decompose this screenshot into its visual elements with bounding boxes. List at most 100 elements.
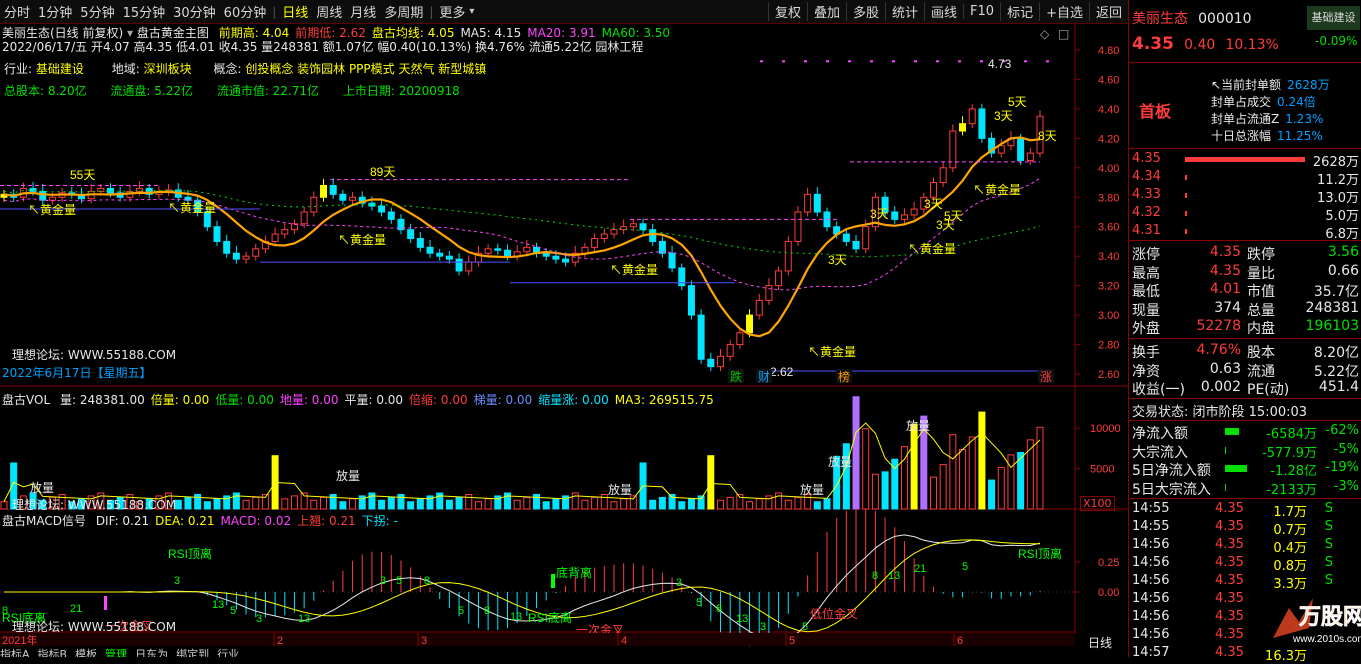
volume-bar xyxy=(174,499,182,510)
tick-side: S xyxy=(1324,501,1333,516)
toolbar-button[interactable]: 标记 xyxy=(1000,2,1039,21)
volume-bar xyxy=(755,498,763,510)
period-tab[interactable]: 多周期 xyxy=(380,2,427,21)
period-tab[interactable]: 5分钟 xyxy=(76,2,118,21)
y-tick-label: 3.00 xyxy=(1098,310,1119,322)
volume-bar xyxy=(997,466,1005,510)
logo-text: 万股网 xyxy=(1298,604,1361,629)
period-tab[interactable]: 周线 xyxy=(312,2,346,21)
toolbar-button[interactable]: 统计 xyxy=(885,2,924,21)
bid-row: 4.33 13.0万 xyxy=(1129,187,1361,206)
concept-value[interactable]: 创投概念 装饰园林 PPP模式 天然气 新型城镇 xyxy=(245,62,486,76)
period-tab[interactable]: 30分钟 xyxy=(169,2,220,21)
candle-body xyxy=(416,238,424,248)
y-tick-label: 4.60 xyxy=(1098,74,1119,86)
toolbar-button[interactable]: F10 xyxy=(963,4,1000,19)
flow-row: 5日净流入额 -1.28亿 -19% xyxy=(1129,460,1361,479)
volume-label: 放量 xyxy=(800,482,824,497)
flow-pct: -5% xyxy=(1333,441,1359,457)
bottom-tab[interactable]: 模板 xyxy=(75,648,97,657)
seal-value: 11.25% xyxy=(1277,129,1323,143)
trade-state: 交易状态: 闭市阶段 15:00:03 xyxy=(1132,405,1308,420)
period-tab[interactable]: 日线 xyxy=(278,2,312,21)
candle-body xyxy=(349,196,357,201)
bid-bar xyxy=(1185,211,1187,216)
period-tab[interactable]: 15分钟 xyxy=(119,2,170,21)
candle-body xyxy=(687,285,695,316)
candle-body xyxy=(591,238,599,248)
flow-pct: -19% xyxy=(1325,460,1359,475)
tick-price: 4.35 xyxy=(1215,537,1244,552)
legend-item: 倍量: 0.00 xyxy=(150,393,210,407)
macd-count: 5 xyxy=(458,605,464,617)
period-tab[interactable]: 月线 xyxy=(346,2,380,21)
candle-body xyxy=(900,214,908,220)
candle-body xyxy=(997,145,1005,154)
stat-row: 净资 0.63 流通 5.22亿 xyxy=(1129,361,1361,380)
period-tab[interactable]: 分时 xyxy=(0,2,34,21)
signal-dot xyxy=(870,60,873,63)
board-label: 首板 xyxy=(1139,102,1172,121)
legend-item: 量: 248381.00 xyxy=(59,393,145,407)
toolbar-button[interactable]: 画线 xyxy=(924,2,963,21)
date-stamp: 2022年6月17日【星期五】 xyxy=(2,366,152,380)
volume-title[interactable]: 盘古VOL xyxy=(2,393,50,407)
macd-signal-label: RSI顶离 xyxy=(1018,546,1062,561)
toolbar-button[interactable]: 叠加 xyxy=(806,2,846,21)
toolbar-button[interactable]: 多股 xyxy=(845,2,885,21)
candle-body xyxy=(523,246,531,253)
tick-row: 14:56 4.35 0.4万 S xyxy=(1129,537,1361,556)
volume-bar xyxy=(629,495,637,510)
volume-bar xyxy=(484,498,492,510)
stat-label: 外盘 xyxy=(1132,321,1160,337)
sector-badge[interactable]: 基础建设 xyxy=(1307,6,1360,30)
toolbar-button[interactable]: 返回 xyxy=(1088,2,1128,21)
period-tab[interactable]: 60分钟 xyxy=(220,2,271,21)
stat-value: 196103 xyxy=(1305,318,1359,334)
industry-value[interactable]: 基础建设 xyxy=(36,62,84,76)
signal-dot xyxy=(782,60,785,63)
legend-item: 低量: 0.00 xyxy=(215,393,274,407)
stat-label: 最高 xyxy=(1132,265,1160,282)
bottom-tab[interactable]: 绑定到 xyxy=(176,648,209,657)
volume-bar xyxy=(1036,426,1044,510)
candle-body xyxy=(436,252,444,257)
period-label[interactable]: 日线 xyxy=(1088,634,1112,651)
toolbar-chevron-icon[interactable]: ▾ xyxy=(469,6,474,17)
macd-count: 3 xyxy=(256,613,262,625)
bid-bar xyxy=(1185,157,1305,162)
bottom-tab[interactable]: 指标B xyxy=(38,648,68,657)
volume-bar xyxy=(533,493,541,510)
toolbar-button[interactable]: +自选 xyxy=(1039,2,1089,21)
volume-bar xyxy=(610,501,618,510)
volume-bar xyxy=(968,436,976,510)
tick-price: 4.35 xyxy=(1215,627,1244,642)
macd-count: 13 xyxy=(510,611,522,623)
bottom-tab[interactable]: 行业 xyxy=(217,648,239,657)
toolbar-button[interactable]: 复权 xyxy=(767,2,807,21)
tick-volume: 0.4万 xyxy=(1273,541,1307,556)
bid-price: 4.32 xyxy=(1132,205,1161,220)
volume-bar xyxy=(232,492,240,510)
region-value[interactable]: 深圳板块 xyxy=(144,62,192,76)
period-tab[interactable]: 1分钟 xyxy=(34,2,76,21)
kline-chart-svg[interactable]: 4.80 4.60 4.40 4.20 4.00 3.80 3.60 3.40 3.20 3.00… xyxy=(0,24,1128,657)
volume-legend: 盘古VOL 量: 248381.00 倍量: 0.00 低量: 0.00 地量: 0.… xyxy=(2,391,714,408)
y-tick-label: 0.00 xyxy=(1098,587,1119,599)
chart-annotation: 3天 xyxy=(870,207,889,221)
bottom-tab[interactable]: 指标A xyxy=(0,648,30,657)
seal-value: 0.24倍 xyxy=(1277,95,1316,109)
volume-bar xyxy=(649,499,657,510)
flow-bar xyxy=(1225,465,1247,472)
macd-title[interactable]: 盘古MACD信号 xyxy=(2,514,86,528)
period-tab[interactable]: 更多 xyxy=(435,2,469,21)
square-icon: □ xyxy=(1058,27,1069,41)
stat-label: 换手 xyxy=(1132,345,1160,361)
stat-value: 35.7亿 xyxy=(1313,284,1359,300)
bottom-tab[interactable]: 日东为 xyxy=(135,648,168,657)
candle-body xyxy=(746,314,754,334)
listed-date: 上市日期: 20200918 xyxy=(342,84,460,98)
stat-value: 0.66 xyxy=(1327,262,1359,279)
flow-value: -1.28亿 xyxy=(1270,464,1317,479)
bottom-tab[interactable]: 管理 xyxy=(105,648,127,657)
